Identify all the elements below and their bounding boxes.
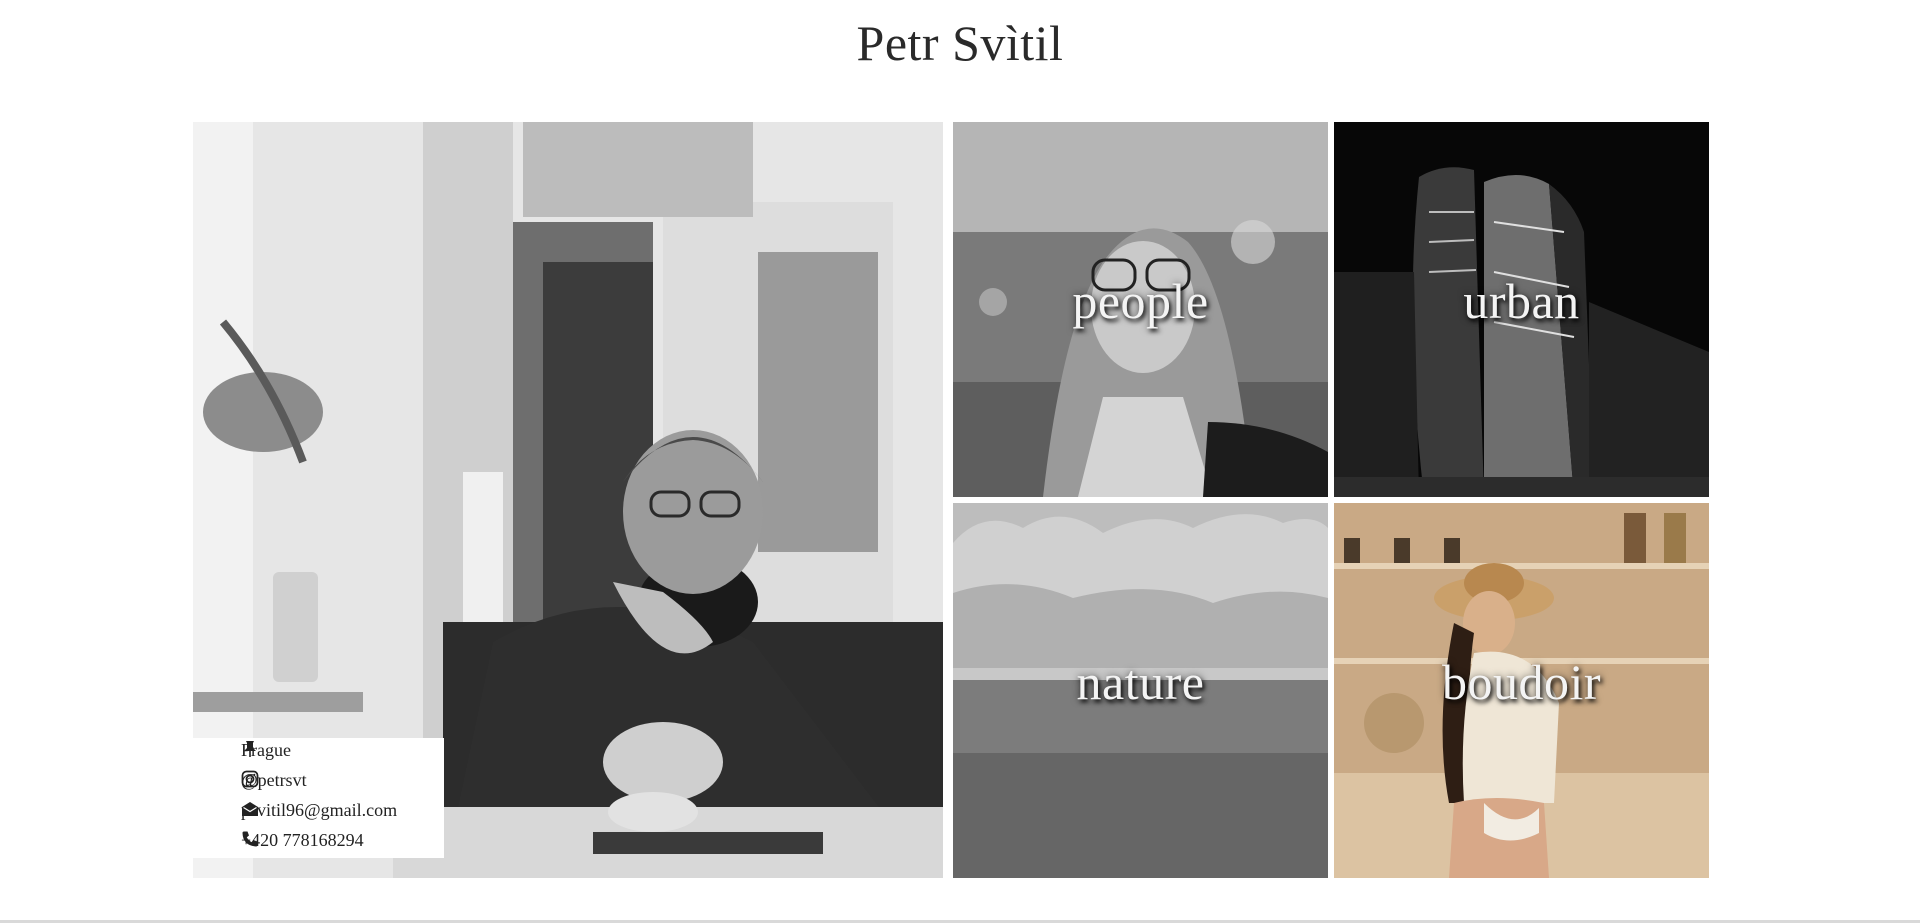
contact-email[interactable]: psvitil96@gmail.com: [241, 800, 397, 821]
category-tile-nature[interactable]: nature: [953, 503, 1328, 878]
instagram-icon: [241, 770, 259, 788]
pushpin-icon: [244, 741, 256, 757]
contact-location: Prague: [241, 740, 291, 761]
site-title: Petr Svìtil: [856, 15, 1064, 71]
contact-phone[interactable]: +420 778168294: [241, 830, 364, 851]
photo-gallery: Prague @petrsvt psvitil96@gmail.com +420…: [193, 122, 1709, 878]
contact-instagram[interactable]: @petrsvt: [241, 770, 307, 791]
category-label-urban[interactable]: urban: [1334, 272, 1709, 330]
category-tile-urban[interactable]: urban: [1334, 122, 1709, 497]
contact-card: Prague @petrsvt psvitil96@gmail.com +420…: [193, 738, 444, 858]
portrait-photo: Prague @petrsvt psvitil96@gmail.com +420…: [193, 122, 943, 878]
phone-icon: [242, 831, 258, 847]
contact-email-text[interactable]: psvitil96@gmail.com: [241, 800, 397, 821]
category-label-people[interactable]: people: [953, 272, 1328, 330]
envelope-icon: [242, 802, 258, 816]
contact-phone-text[interactable]: +420 778168294: [241, 830, 364, 851]
category-tile-boudoir[interactable]: boudoir: [1334, 503, 1709, 878]
category-tile-people[interactable]: people: [953, 122, 1328, 497]
category-label-nature[interactable]: nature: [953, 653, 1328, 711]
category-label-boudoir[interactable]: boudoir: [1334, 653, 1709, 711]
